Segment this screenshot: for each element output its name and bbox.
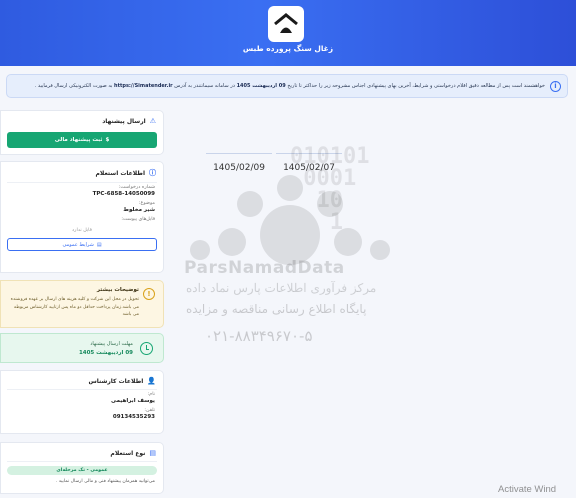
send-offer-card: ⚠ ارسال پیشنهاد $ ثبت پیشنهاد مالی xyxy=(0,110,164,155)
user-icon: 👤 xyxy=(147,377,156,385)
general-terms-button[interactable]: ▤ شرایط عمومی xyxy=(7,238,157,251)
notice-banner: i خواهشمند است پس از مطالعه دقیق اقلام د… xyxy=(6,74,568,98)
watermark-binary: 010101 0001 10 1 xyxy=(290,144,370,235)
expert-info-card: 👤 اطلاعات کارشناس نام: یوسف ابراهیمی تلف… xyxy=(0,370,164,434)
expert-name-label: نام: xyxy=(147,392,155,397)
info-icon: ⓘ xyxy=(149,169,156,177)
alert-circle-icon: ! xyxy=(143,288,155,300)
general-terms-label: شرایط عمومی xyxy=(62,241,94,248)
watermark-phone: ۰۲۱-۸۸۳۴۹۶۷۰-۵ xyxy=(205,327,313,345)
deadline-label: مهلت ارسال پیشنهاد xyxy=(90,341,133,347)
end-date: 1405/02/09 xyxy=(213,163,265,173)
notice-deadline: 09 اردیبهشت 1405 xyxy=(236,83,286,89)
clock-icon xyxy=(140,342,153,355)
more-info-card: ! توضیحات بیشتر تحویل در محل این شرکت و … xyxy=(0,280,164,328)
deadline-card: مهلت ارسال پیشنهاد 09 اردیبهشت 1405 xyxy=(0,333,164,363)
house-icon xyxy=(274,13,298,33)
end-date-cell: 1405/02/09 xyxy=(206,153,272,183)
subject-label: موضوع: xyxy=(138,201,155,206)
info-icon: i xyxy=(550,81,561,92)
submit-financial-offer-label: ثبت پیشنهاد مالی xyxy=(54,137,103,143)
coin-icon: $ xyxy=(105,137,110,143)
inquiry-type-badge: عمومی - تک مرحله‌ای xyxy=(7,466,157,475)
request-number-value: TPC-6858-14050099 xyxy=(92,191,155,197)
document-icon: ▤ xyxy=(149,449,156,457)
send-offer-header: ⚠ ارسال پیشنهاد xyxy=(1,111,163,129)
notice-text-middle: در سامانه سیمانتندر به آدرس xyxy=(174,83,235,89)
inquiry-type-header: ▤ نوع استعلام xyxy=(1,443,163,461)
notice-url[interactable]: https://Simatender.ir xyxy=(114,83,173,89)
attachments-empty: فایل ندارد xyxy=(72,228,92,233)
notice-text-after: به صورت الکترونیکی ارسال فرمایید . xyxy=(34,83,113,89)
deadline-value: 09 اردیبهشت 1405 xyxy=(78,350,133,356)
inquiry-type-note: می‌توانید همزمان پیشنهاد فنی و مالی ارسا… xyxy=(55,479,155,484)
page-header: زغال سنگ پرورده طبس xyxy=(0,0,576,66)
submit-financial-offer-button[interactable]: $ ثبت پیشنهاد مالی xyxy=(7,132,157,148)
expert-info-title: اطلاعات کارشناس xyxy=(88,377,144,385)
expert-name-value: یوسف ابراهیمی xyxy=(111,398,155,404)
company-logo xyxy=(268,6,304,42)
notice-text-before: خواهشمند است پس از مطالعه دقیق اقلام درخ… xyxy=(287,83,545,89)
inquiry-type-card: ▤ نوع استعلام عمومی - تک مرحله‌ای می‌توا… xyxy=(0,442,164,494)
expert-phone-label: تلفن: xyxy=(144,408,155,413)
inquiry-info-header: ⓘ اطلاعات استعلام xyxy=(1,162,163,182)
send-offer-title: ارسال پیشنهاد xyxy=(102,117,146,125)
inquiry-type-title: نوع استعلام xyxy=(110,449,146,457)
notice-text: خواهشمند است پس از مطالعه دقیق اقلام درخ… xyxy=(35,83,545,89)
more-info-title: توضیحات بیشتر xyxy=(96,287,139,293)
document-icon: ▤ xyxy=(96,241,102,248)
inquiry-info-title: اطلاعات استعلام xyxy=(95,169,145,177)
activate-windows-overlay: Activate Wind xyxy=(498,484,557,495)
watermark-line2: پایگاه اطلاع رسانی مناقصه و مزایده xyxy=(186,302,367,316)
page-title: زغال سنگ پرورده طبس xyxy=(242,44,334,53)
request-number-label: شماره درخواست: xyxy=(118,185,155,190)
more-info-text: تحویل در محل این شرکت و کلیه هزینه های ا… xyxy=(10,297,139,317)
expert-phone-value: 09134535293 xyxy=(112,414,155,420)
watermark-line1: مرکز فرآوری اطلاعات پارس نماد داده xyxy=(186,281,377,295)
expert-info-header: 👤 اطلاعات کارشناس xyxy=(1,371,163,389)
inquiry-info-card: ⓘ اطلاعات استعلام شماره درخواست: TPC-685… xyxy=(0,161,164,273)
subject-value: شیر مخلوط xyxy=(123,207,155,213)
watermark-brand: ParsNamadData xyxy=(184,258,345,278)
attachments-label: فایل‌های پیوست: xyxy=(121,217,155,222)
warning-triangle-icon: ⚠ xyxy=(149,117,156,125)
